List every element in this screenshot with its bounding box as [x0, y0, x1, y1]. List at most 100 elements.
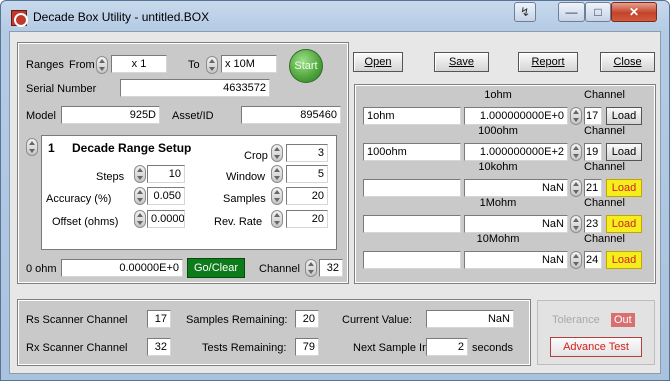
crop-spinner[interactable] — [271, 144, 283, 162]
ranges-label: Ranges — [26, 59, 64, 71]
channel-spinner[interactable] — [570, 251, 582, 269]
channel-value-field[interactable]: NaN — [464, 215, 568, 233]
channel-number-field[interactable]: 21 — [584, 179, 602, 197]
maximize-button[interactable]: □ — [585, 2, 611, 22]
next-sample-field[interactable]: 2 — [426, 338, 468, 356]
samples-remaining-field[interactable]: 20 — [295, 310, 319, 328]
close-window-button[interactable]: ✕ — [611, 2, 657, 22]
channel-value-field[interactable]: 1.000000000E+0 — [464, 107, 568, 125]
channel-number-field[interactable]: 19 — [584, 143, 602, 161]
from-label: From — [69, 59, 95, 71]
steps-field[interactable]: 10 — [147, 165, 185, 183]
accuracy-field[interactable]: 0.050 — [147, 187, 185, 205]
offset-label: Offset (ohms) — [52, 216, 119, 228]
channel-header: 10kohm — [478, 161, 518, 173]
channel-number-field[interactable]: 24 — [584, 251, 602, 269]
to-range-field[interactable]: x 10M — [221, 55, 277, 73]
asset-id-field[interactable]: 895460 — [241, 106, 341, 124]
zero-ohm-field[interactable]: 0.00000E+0 — [61, 259, 183, 277]
channel-name-field[interactable] — [363, 215, 461, 233]
channel-name-field[interactable] — [363, 179, 461, 197]
samples-spinner[interactable] — [271, 187, 283, 205]
samples-remaining-label: Samples Remaining: — [186, 314, 288, 326]
serial-number-field[interactable]: 4633572 — [120, 79, 270, 97]
to-spinner[interactable] — [206, 56, 218, 74]
samples-field[interactable]: 20 — [286, 187, 328, 205]
window-field[interactable]: 5 — [286, 165, 328, 183]
channel-spinner[interactable] — [570, 143, 582, 161]
zero-channel-spinner[interactable] — [305, 259, 317, 277]
advance-test-button[interactable]: Advance Test — [550, 337, 642, 357]
offset-spinner[interactable] — [134, 210, 146, 228]
restore-icon[interactable]: ↯ — [514, 2, 536, 22]
tests-remaining-label: Tests Remaining: — [202, 342, 287, 354]
channel-spinner[interactable] — [570, 107, 582, 125]
channel-spinner[interactable] — [570, 215, 582, 233]
model-label: Model — [26, 110, 56, 122]
load-button[interactable]: Load — [606, 143, 642, 161]
window-spinner[interactable] — [271, 165, 283, 183]
channel-name-field[interactable]: 1ohm — [363, 107, 461, 125]
channel-number-field[interactable]: 17 — [584, 107, 602, 125]
save-button-label: Save — [448, 56, 475, 68]
load-button[interactable]: Load — [606, 215, 642, 233]
tests-remaining-field[interactable]: 79 — [295, 338, 319, 356]
from-spinner[interactable] — [96, 56, 108, 74]
channel-header: 1ohm — [484, 89, 512, 101]
decade-range-setup-box: 1 Decade Range Setup Steps 10 Accuracy (… — [41, 135, 337, 250]
channel-column-label: Channel — [584, 89, 625, 101]
zero-channel-label: Channel — [259, 263, 300, 275]
model-field[interactable]: 925D — [61, 106, 160, 124]
minimize-button[interactable]: — — [558, 2, 585, 22]
rx-scanner-label: Rx Scanner Channel — [26, 342, 128, 354]
range-setup-panel: Ranges From x 1 To x 10M Start Serial Nu… — [17, 42, 349, 284]
decade-box-app-icon — [11, 10, 28, 27]
channel-name-field[interactable] — [363, 251, 461, 269]
rs-scanner-field[interactable]: 17 — [147, 310, 171, 328]
current-value-label: Current Value: — [342, 314, 413, 326]
title-bar[interactable]: Decade Box Utility - untitled.BOX ↯ — □ … — [1, 1, 669, 31]
channel-header: 100ohm — [478, 125, 518, 137]
steps-spinner[interactable] — [134, 165, 146, 183]
load-button[interactable]: Load — [606, 179, 642, 197]
rev-rate-field[interactable]: 20 — [286, 210, 328, 228]
next-sample-label: Next Sample In: — [353, 342, 432, 354]
channels-panel: 1ohm Channel 1ohm 1.000000000E+0 17 Load… — [354, 84, 656, 284]
rx-scanner-field[interactable]: 32 — [147, 338, 171, 356]
client-area: Ranges From x 1 To x 10M Start Serial Nu… — [9, 31, 661, 374]
crop-field[interactable]: 3 — [286, 144, 328, 162]
app-window: Decade Box Utility - untitled.BOX ↯ — □ … — [0, 0, 670, 381]
from-range-field[interactable]: x 1 — [111, 55, 167, 73]
report-button[interactable]: Report — [518, 52, 578, 72]
channel-spinner[interactable] — [570, 179, 582, 197]
channel-name-field[interactable]: 100ohm — [363, 143, 461, 161]
channel-value-field[interactable]: NaN — [464, 179, 568, 197]
rev-rate-label: Rev. Rate — [214, 216, 263, 228]
tolerance-panel: Tolerance Out Advance Test — [537, 300, 655, 365]
load-button[interactable]: Load — [606, 251, 642, 269]
rs-scanner-label: Rs Scanner Channel — [26, 314, 128, 326]
current-value-field[interactable]: NaN — [426, 310, 514, 328]
zero-channel-field[interactable]: 32 — [319, 259, 343, 277]
open-button[interactable]: Open — [353, 52, 403, 72]
channel-column-label: Channel — [584, 233, 625, 245]
rev-rate-spinner[interactable] — [271, 210, 283, 228]
channel-number-field[interactable]: 23 — [584, 215, 602, 233]
channel-value-field[interactable]: NaN — [464, 251, 568, 269]
channel-column-label: Channel — [584, 161, 625, 173]
accuracy-spinner[interactable] — [134, 187, 146, 205]
channel-column-label: Channel — [584, 125, 625, 137]
save-button[interactable]: Save — [434, 52, 489, 72]
offset-field[interactable]: 0.00000 — [147, 210, 185, 228]
range-index-spinner[interactable] — [26, 138, 38, 156]
report-button-label: Report — [531, 56, 565, 68]
go-clear-button[interactable]: Go/Clear — [187, 258, 245, 278]
close-button[interactable]: Close — [600, 52, 655, 72]
start-button[interactable]: Start — [289, 49, 323, 83]
channel-value-field[interactable]: 1.000000000E+2 — [464, 143, 568, 161]
accuracy-label: Accuracy (%) — [46, 193, 112, 205]
asset-id-label: Asset/ID — [172, 110, 214, 122]
close-button-label: Close — [613, 56, 642, 68]
load-button[interactable]: Load — [606, 107, 642, 125]
channel-header: 1Mohm — [479, 197, 517, 209]
